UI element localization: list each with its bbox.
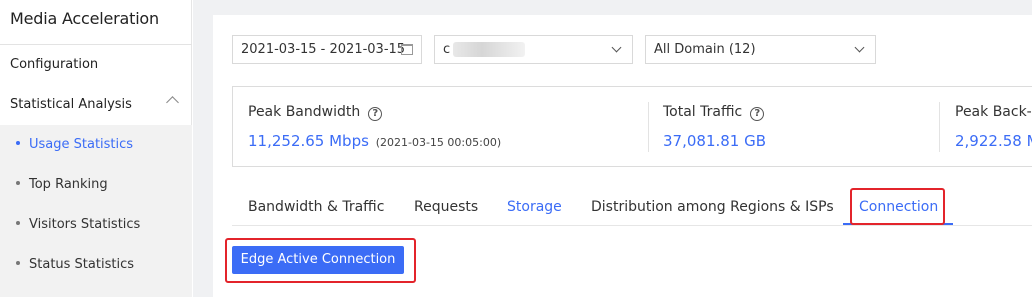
page: Media Acceleration Configuration Statist… xyxy=(0,0,1032,297)
calendar-icon[interactable] xyxy=(401,44,413,55)
tab-distribution-regions-isps[interactable]: Distribution among Regions & ISPs xyxy=(591,199,834,215)
sidebar-title: Media Acceleration xyxy=(10,9,159,28)
account-select-value: c xyxy=(443,42,451,57)
bullet-icon xyxy=(16,260,20,265)
stat-label-wrap: Total Traffic? xyxy=(663,104,765,121)
stat-timestamp: (2021-03-15 00:05:00) xyxy=(375,136,502,149)
stat-label-wrap: Peak Bandwidth? xyxy=(248,104,383,121)
sidebar-item-status-statistics[interactable]: Status Statistics xyxy=(16,257,134,272)
bullet-icon xyxy=(16,220,20,225)
stat-divider xyxy=(648,102,649,152)
chevron-down-icon[interactable] xyxy=(854,42,865,53)
sidebar: Media Acceleration Configuration Statist… xyxy=(0,0,192,297)
sidebar-divider xyxy=(0,44,192,45)
sidebar-item-top-ranking[interactable]: Top Ranking xyxy=(16,177,108,192)
stats-card: Peak Bandwidth? 11,252.65 Mbps (2021-03-… xyxy=(232,86,1032,167)
bullet-icon xyxy=(16,140,20,145)
sidebar-item-label: Status Statistics xyxy=(29,257,134,272)
stat-value: 11,252.65 Mbps xyxy=(248,132,369,150)
stat-label: Peak Bandwidth xyxy=(248,104,361,120)
bullet-icon xyxy=(16,180,20,185)
account-select[interactable]: c xyxy=(434,35,633,64)
sidebar-item-usage-statistics[interactable]: Usage Statistics xyxy=(16,137,133,152)
date-range-picker[interactable]: 2021-03-15 - 2021-03-15 xyxy=(232,35,422,64)
help-icon[interactable]: ? xyxy=(368,107,383,121)
sidebar-item-configuration[interactable]: Configuration xyxy=(10,57,98,72)
highlight-box-edge-active-connection xyxy=(225,238,416,283)
redacted-text xyxy=(453,42,525,57)
sidebar-item-statistical-analysis[interactable]: Statistical Analysis xyxy=(10,97,132,112)
chevron-up-icon[interactable] xyxy=(166,96,179,109)
sidebar-item-label: Top Ranking xyxy=(29,177,108,192)
stat-divider xyxy=(939,102,940,152)
tabs-divider xyxy=(232,225,1032,226)
help-icon[interactable]: ? xyxy=(750,107,765,121)
stat-value: 37,081.81 GB xyxy=(663,132,767,150)
stat-label: Peak Back-t xyxy=(955,104,1032,120)
sidebar-item-label: Usage Statistics xyxy=(29,137,134,152)
date-range-value: 2021-03-15 - 2021-03-15 xyxy=(241,42,406,57)
sidebar-item-visitors-statistics[interactable]: Visitors Statistics xyxy=(16,217,140,232)
sidebar-submenu: Usage Statistics Top Ranking Visitors St… xyxy=(0,125,192,297)
domain-select[interactable]: All Domain (12) xyxy=(645,35,876,64)
stat-value: 2,922.58 M xyxy=(955,132,1032,150)
chevron-down-icon[interactable] xyxy=(611,42,622,53)
stat-value-wrap: 11,252.65 Mbps (2021-03-15 00:05:00) xyxy=(248,132,501,150)
tab-requests[interactable]: Requests xyxy=(414,199,478,215)
tab-storage[interactable]: Storage xyxy=(507,199,562,215)
tab-bandwidth-traffic[interactable]: Bandwidth & Traffic xyxy=(248,199,384,215)
highlight-box-connection-tab xyxy=(850,188,945,225)
domain-select-value: All Domain (12) xyxy=(654,42,756,57)
stat-label: Total Traffic xyxy=(663,104,743,120)
sidebar-item-label: Visitors Statistics xyxy=(29,217,141,232)
